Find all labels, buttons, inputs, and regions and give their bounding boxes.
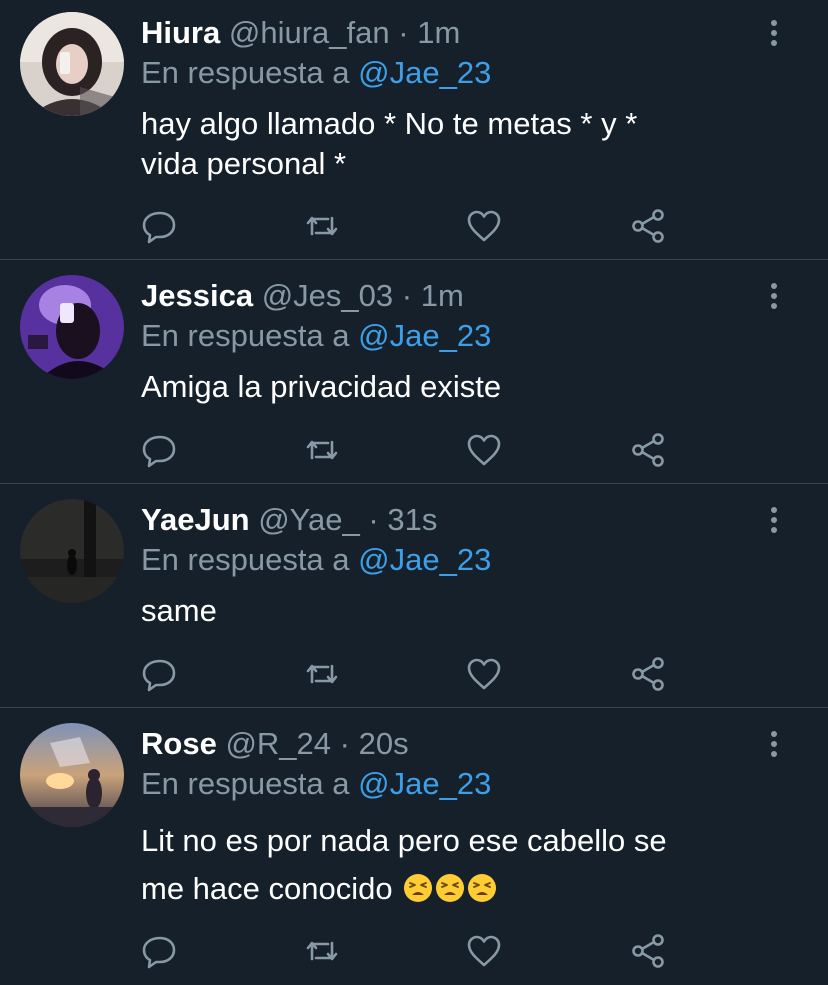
more-vertical-icon[interactable] bbox=[768, 729, 780, 759]
tweet[interactable]: Hiura @hiura_fan · 1m En respuesta a @Ja… bbox=[0, 0, 828, 260]
share-icon[interactable] bbox=[628, 430, 668, 470]
tweet-actions bbox=[140, 654, 680, 694]
tweet-text-line: vida personal * bbox=[141, 146, 347, 181]
tweet[interactable]: Rose @R_24 · 20s En respuesta a @Jae_23 … bbox=[0, 709, 828, 985]
reply-context: En respuesta a @Jae_23 bbox=[141, 317, 491, 355]
timestamp[interactable]: 1m bbox=[421, 278, 464, 313]
reply-context: En respuesta a @Jae_23 bbox=[141, 54, 491, 92]
tweet-text: same bbox=[141, 591, 791, 631]
tired-face-emoji bbox=[436, 874, 465, 902]
separator-dot: · bbox=[339, 726, 350, 761]
avatar[interactable] bbox=[20, 723, 124, 827]
tweet-text-line: hay algo llamado * No te metas * y * bbox=[141, 106, 638, 141]
retweet-icon[interactable] bbox=[302, 931, 342, 971]
tweet-header: Jessica @Jes_03 · 1m bbox=[141, 277, 464, 315]
reply-prefix: En respuesta a bbox=[141, 318, 350, 353]
share-icon[interactable] bbox=[628, 206, 668, 246]
display-name[interactable]: Hiura bbox=[141, 15, 220, 50]
reply-icon[interactable] bbox=[140, 430, 180, 470]
reply-prefix: En respuesta a bbox=[141, 542, 350, 577]
tweet[interactable]: Jessica @Jes_03 · 1m En respuesta a @Jae… bbox=[0, 261, 828, 484]
avatar[interactable] bbox=[20, 12, 124, 116]
separator-dot: · bbox=[398, 15, 409, 50]
reply-prefix: En respuesta a bbox=[141, 766, 350, 801]
share-icon[interactable] bbox=[628, 931, 668, 971]
display-name[interactable]: Jessica bbox=[141, 278, 253, 313]
retweet-icon[interactable] bbox=[302, 206, 342, 246]
reply-context: En respuesta a @Jae_23 bbox=[141, 765, 491, 803]
tweet-header: Rose @R_24 · 20s bbox=[141, 725, 409, 763]
tweet-text-line: Lit no es por nada pero ese cabello se bbox=[141, 823, 667, 858]
display-name[interactable]: Rose bbox=[141, 726, 217, 761]
tweet-header: YaeJun @Yae_ · 31s bbox=[141, 501, 437, 539]
heart-icon[interactable] bbox=[464, 654, 504, 694]
username[interactable]: @Yae_ bbox=[258, 502, 360, 537]
tweet-actions bbox=[140, 430, 680, 470]
retweet-icon[interactable] bbox=[302, 430, 342, 470]
tweet-text-line: Amiga la privacidad existe bbox=[141, 369, 502, 404]
avatar[interactable] bbox=[20, 275, 124, 379]
reply-icon[interactable] bbox=[140, 206, 180, 246]
retweet-icon[interactable] bbox=[302, 654, 342, 694]
tweet-actions bbox=[140, 931, 680, 971]
more-vertical-icon[interactable] bbox=[768, 505, 780, 535]
heart-icon[interactable] bbox=[464, 430, 504, 470]
tweet-text: hay algo llamado * No te metas * y * vid… bbox=[141, 104, 791, 184]
tweet-header: Hiura @hiura_fan · 1m bbox=[141, 14, 460, 52]
tweet-text-line-with-emoji: me hace conocido bbox=[141, 865, 791, 913]
tweet-actions bbox=[140, 206, 680, 246]
tweet-text-line: same bbox=[141, 593, 217, 628]
tired-face-emoji bbox=[468, 874, 497, 902]
tweet-text: Amiga la privacidad existe bbox=[141, 367, 791, 407]
reply-icon[interactable] bbox=[140, 931, 180, 971]
tweet[interactable]: YaeJun @Yae_ · 31s En respuesta a @Jae_2… bbox=[0, 485, 828, 708]
tired-face-emoji bbox=[404, 874, 433, 902]
display-name[interactable]: YaeJun bbox=[141, 502, 250, 537]
more-vertical-icon[interactable] bbox=[768, 281, 780, 311]
username[interactable]: @R_24 bbox=[225, 726, 331, 761]
reply-prefix: En respuesta a bbox=[141, 55, 350, 90]
reply-mention-link[interactable]: @Jae_23 bbox=[358, 318, 491, 353]
reply-context: En respuesta a @Jae_23 bbox=[141, 541, 491, 579]
more-vertical-icon[interactable] bbox=[768, 18, 780, 48]
heart-icon[interactable] bbox=[464, 206, 504, 246]
avatar[interactable] bbox=[20, 499, 124, 603]
tweet-text-line: me hace conocido bbox=[141, 871, 393, 906]
heart-icon[interactable] bbox=[464, 931, 504, 971]
tweet-text: Lit no es por nada pero ese cabello se m… bbox=[141, 817, 791, 913]
separator-dot: · bbox=[368, 502, 379, 537]
reply-icon[interactable] bbox=[140, 654, 180, 694]
separator-dot: · bbox=[401, 278, 413, 313]
share-icon[interactable] bbox=[628, 654, 668, 694]
reply-feed: Hiura @hiura_fan · 1m En respuesta a @Ja… bbox=[0, 0, 828, 985]
timestamp[interactable]: 31s bbox=[387, 502, 437, 537]
timestamp[interactable]: 20s bbox=[359, 726, 409, 761]
username[interactable]: @hiura_fan bbox=[229, 15, 390, 50]
reply-mention-link[interactable]: @Jae_23 bbox=[358, 55, 491, 90]
timestamp[interactable]: 1m bbox=[417, 15, 460, 50]
reply-mention-link[interactable]: @Jae_23 bbox=[358, 766, 491, 801]
username[interactable]: @Jes_03 bbox=[262, 278, 393, 313]
reply-mention-link[interactable]: @Jae_23 bbox=[358, 542, 491, 577]
